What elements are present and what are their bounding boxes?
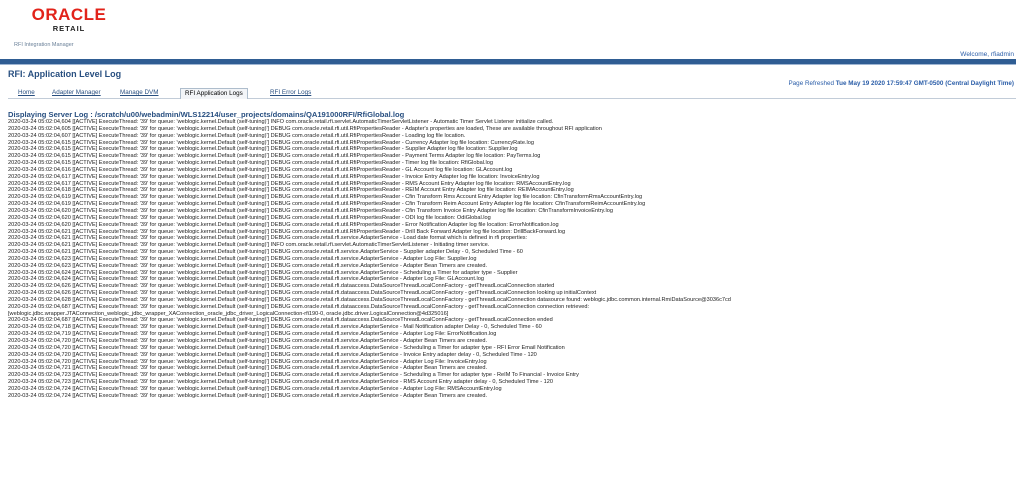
log-line: 2020-03-24 05:02:04,723 [[ACTIVE] Execut… <box>8 379 553 386</box>
header-banner: ORACLE RETAIL RFI Integration Manager We… <box>0 0 1016 60</box>
log-line: 2020-03-24 05:02:04,624 [[ACTIVE] Execut… <box>8 269 518 276</box>
log-line: 2020-03-24 05:02:04,620 [[ACTIVE] Execut… <box>8 214 491 221</box>
log-line: 2020-03-24 05:02:04,621 [[ACTIVE] Execut… <box>8 228 566 235</box>
welcome-text: Welcome, rfiadmin <box>960 51 1014 58</box>
log-line: 2020-03-24 05:02:04,615 [[ACTIVE] Execut… <box>8 146 518 153</box>
refreshed-timestamp: Tue May 19 2020 17:59:47 GMT-0500 (Centr… <box>835 80 1014 87</box>
log-line: 2020-03-24 05:02:04,624 [[ACTIVE] Execut… <box>8 276 484 283</box>
log-line: 2020-03-24 05:02:04,619 [[ACTIVE] Execut… <box>8 201 646 208</box>
log-line: 2020-03-24 05:02:04,719 [[ACTIVE] Execut… <box>8 331 497 338</box>
log-line: 2020-03-24 05:02:04,626 [[ACTIVE] Execut… <box>8 283 555 290</box>
log-line: 2020-03-24 05:02:04,626 [[ACTIVE] Execut… <box>8 290 597 297</box>
logo-oracle-text: ORACLE <box>31 5 107 24</box>
log-heading: Displaying Server Log : /scratch/u00/web… <box>8 110 405 119</box>
log-line: 2020-03-24 05:02:04,605 [[ACTIVE] Execut… <box>8 125 602 132</box>
log-line: 2020-03-24 05:02:04,720 [[ACTIVE] Execut… <box>8 358 487 365</box>
log-line: 2020-03-24 05:02:04,604 [[ACTIVE] Execut… <box>8 119 554 125</box>
log-line: 2020-03-24 05:02:04,720 [[ACTIVE] Execut… <box>8 344 565 351</box>
log-line: 2020-03-24 05:02:04,623 [[ACTIVE] Execut… <box>8 255 477 262</box>
log-line: 2020-03-24 05:02:04,623 [[ACTIVE] Execut… <box>8 262 488 269</box>
oracle-retail-logo: ORACLE RETAIL <box>30 5 108 34</box>
log-line: 2020-03-24 05:02:04,687 [[ACTIVE] Execut… <box>8 303 590 310</box>
log-line: 2020-03-24 05:02:04,720 [[ACTIVE] Execut… <box>8 338 488 344</box>
page-refreshed: Page Refreshed Tue May 19 2020 17:59:47 … <box>788 80 1014 87</box>
log-line: [weblogic.jdbc.wrapper.JTAConnection_web… <box>8 310 449 317</box>
log-area: 2020-03-24 05:02:04,604 [[ACTIVE] Execut… <box>8 119 1014 485</box>
log-line: 2020-03-24 05:02:04,687 [[ACTIVE] Execut… <box>8 317 553 324</box>
tab-manage-dvm[interactable]: Manage DVM <box>120 89 159 97</box>
log-line: 2020-03-24 05:02:04,617 [[ACTIVE] Execut… <box>8 173 540 180</box>
log-line: 2020-03-24 05:02:04,619 [[ACTIVE] Execut… <box>8 194 643 201</box>
log-line: 2020-03-24 05:02:04,615 [[ACTIVE] Execut… <box>8 160 493 167</box>
tab-rfi-error-logs[interactable]: RFI Error Logs <box>270 89 311 97</box>
logo-retail-text: RETAIL <box>52 24 86 33</box>
log-line: 2020-03-24 05:02:04,724 [[ACTIVE] Execut… <box>8 385 502 392</box>
log-line: 2020-03-24 05:02:04,621 [[ACTIVE] Execut… <box>8 235 528 242</box>
refreshed-label: Page Refreshed <box>788 80 834 87</box>
page-title: RFI: Application Level Log <box>8 69 122 79</box>
log-line: 2020-03-24 05:02:04,620 [[ACTIVE] Execut… <box>8 221 559 228</box>
log-line: 2020-03-24 05:02:04,621 [[ACTIVE] Execut… <box>8 242 490 249</box>
log-line: 2020-03-24 05:02:04,615 [[ACTIVE] Execut… <box>8 139 534 146</box>
log-line: 2020-03-24 05:02:04,628 [[ACTIVE] Execut… <box>8 296 731 303</box>
tab-adapter-manager[interactable]: Adapter Manager <box>52 89 101 97</box>
log-line: 2020-03-24 05:02:04,620 [[ACTIVE] Execut… <box>8 207 613 214</box>
log-line: 2020-03-24 05:02:04,718 [[ACTIVE] Execut… <box>8 324 542 331</box>
log-line: 2020-03-24 05:02:04,720 [[ACTIVE] Execut… <box>8 351 537 358</box>
app-name: RFI Integration Manager <box>14 42 74 48</box>
tab-rfi-application-logs[interactable]: RFI Application Logs <box>180 88 248 99</box>
log-line: 2020-03-24 05:02:04,723 [[ACTIVE] Execut… <box>8 372 579 379</box>
header-divider <box>0 59 1016 65</box>
log-line: 2020-03-24 05:02:04,617 [[ACTIVE] Execut… <box>8 180 571 187</box>
tab-bar: Home Adapter Manager Manage DVM RFI Appl… <box>8 88 1016 99</box>
tab-home[interactable]: Home <box>18 89 35 97</box>
log-line: 2020-03-24 05:02:04,615 [[ACTIVE] Execut… <box>8 153 541 160</box>
log-line: 2020-03-24 05:02:04,618 [[ACTIVE] Execut… <box>8 187 574 194</box>
log-line: 2020-03-24 05:02:04,721 [[ACTIVE] Execut… <box>8 365 488 372</box>
log-line: 2020-03-24 05:02:04,621 [[ACTIVE] Execut… <box>8 249 523 256</box>
log-line: 2020-03-24 05:02:04,724 [[ACTIVE] Execut… <box>8 392 488 399</box>
log-line: 2020-03-24 05:02:04,616 [[ACTIVE] Execut… <box>8 166 513 173</box>
log-line: 2020-03-24 05:02:04,607 [[ACTIVE] Execut… <box>8 132 466 139</box>
